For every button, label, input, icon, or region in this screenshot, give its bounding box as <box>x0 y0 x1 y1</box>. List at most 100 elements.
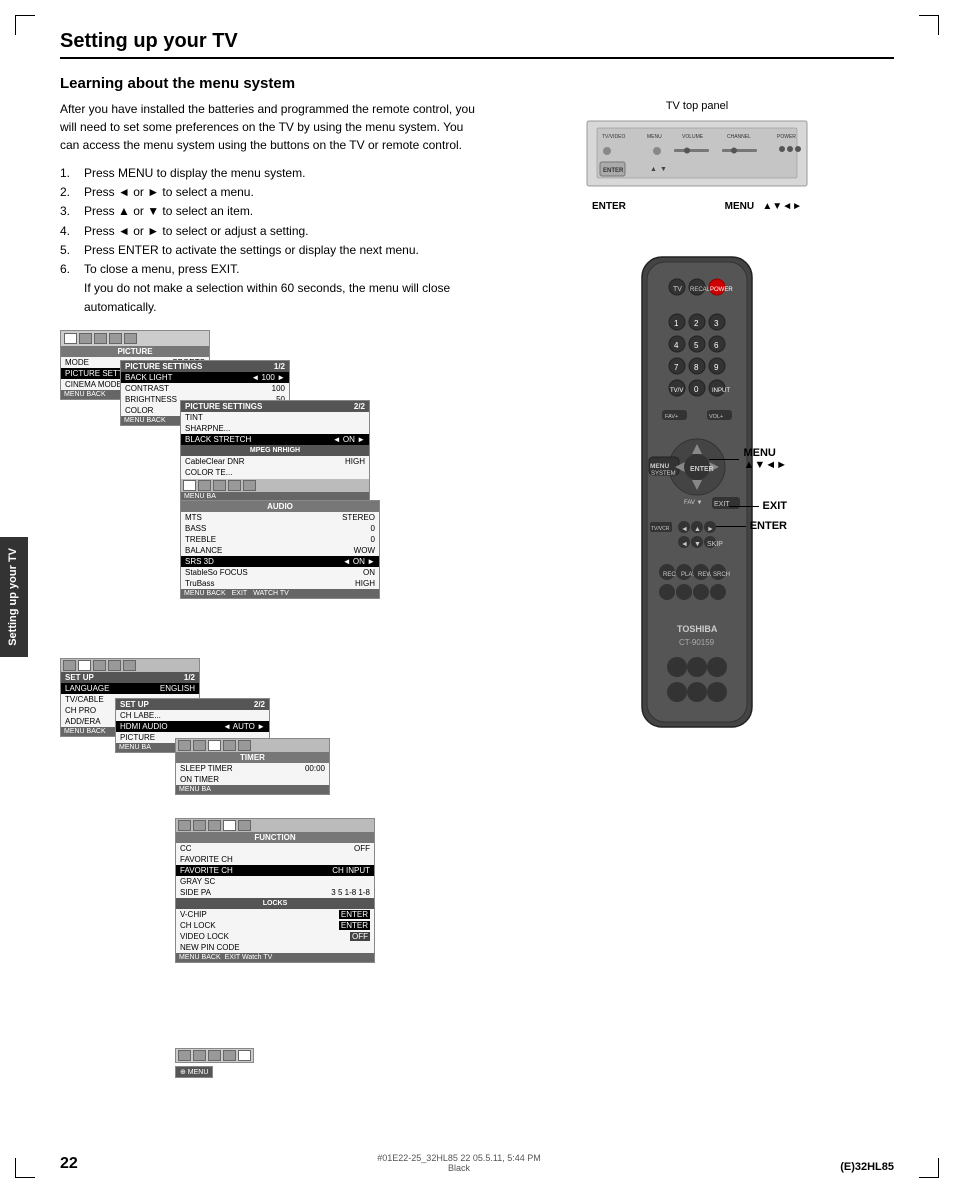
timer-title: TIMER <box>176 752 329 763</box>
function-menu-screen: FUNCTION CCOFF FAVORITE CH FAVORITE CHCH… <box>175 818 375 963</box>
ps1-contrast: CONTRAST100 <box>121 383 289 394</box>
panel-menu-label: MENU ▲▼◄► <box>725 201 802 212</box>
svg-text:MENU: MENU <box>650 463 669 470</box>
svg-text:8: 8 <box>694 363 699 372</box>
svg-text:2: 2 <box>694 319 699 328</box>
ps1-backlight: BACK LIGHT◄ 100 ► <box>121 372 289 383</box>
corner-mark-bl <box>15 1158 35 1178</box>
left-column: After you have installed the batteries a… <box>60 100 480 1098</box>
ps2-tint: TINT <box>181 412 369 423</box>
svg-text:7: 7 <box>674 363 679 372</box>
svg-text:VOL+: VOL+ <box>709 414 723 420</box>
svg-text:CT-90159: CT-90159 <box>679 638 715 647</box>
svg-text:▼: ▼ <box>694 541 701 548</box>
tab-picture <box>64 333 77 344</box>
menu-screenshots-group2: SET UP1/2 LANGUAGEENGLISH TV/CABLE CH PR… <box>60 658 480 1098</box>
side-tab: Setting up your TV <box>0 537 28 657</box>
svg-text:▲: ▲ <box>650 166 657 173</box>
svg-text:6: 6 <box>714 341 719 350</box>
svg-text:5: 5 <box>694 341 699 350</box>
timer-sleep: SLEEP TIMER00:00 <box>176 763 329 774</box>
ps2-sharpness: SHARPNE... <box>181 423 369 434</box>
svg-text:FAV ▼: FAV ▼ <box>684 500 703 506</box>
tab-antenna <box>124 333 137 344</box>
step-3: 3. Press ▲ or ▼ to select an item. <box>60 202 480 221</box>
func-newpin: NEW PIN CODE <box>176 942 374 953</box>
svg-text:REC: REC <box>663 572 676 578</box>
svg-text:SYSTEM: SYSTEM <box>651 471 676 477</box>
setup-language: LANGUAGEENGLISH <box>61 683 199 694</box>
audio-footer: MENU BACKEXITWATCH TV <box>181 589 379 598</box>
remote-svg: TV RECALL POWER 1 2 3 4 5 <box>612 252 782 732</box>
menu-screenshots-group1: PICTURE MODESPORTS PICTURE SETTINGSENTER… <box>60 330 480 650</box>
audio-bass: BASS0 <box>181 523 379 534</box>
panel-enter-label: ENTER <box>592 201 626 212</box>
menu-icon-label: ⊕ MENU <box>175 1066 213 1078</box>
svg-text:◄: ◄ <box>681 526 688 533</box>
svg-text:POWER: POWER <box>710 287 733 293</box>
timer-tabs <box>176 739 329 752</box>
remote-exit-label: EXIT <box>729 500 787 512</box>
setup2-hdmiaudio: HDMI AUDIO◄ AUTO ► <box>116 721 269 732</box>
page-number: 22 <box>60 1155 78 1173</box>
func-locks-sub: LOCKS <box>176 898 374 909</box>
setup2-title: SET UP2/2 <box>116 699 269 710</box>
corner-mark-tr <box>919 15 939 35</box>
page-title: Setting up your TV <box>60 30 894 59</box>
setup-title: SET UP1/2 <box>61 672 199 683</box>
svg-text:CHANNEL: CHANNEL <box>727 134 751 140</box>
audio-srs3d: SRS 3D◄ ON ► <box>181 556 379 567</box>
svg-text:3: 3 <box>714 319 719 328</box>
func-graysc: GRAY SC <box>176 876 374 887</box>
svg-text:0: 0 <box>694 385 699 394</box>
step-4: 4. Press ◄ or ► to select or adjust a se… <box>60 222 480 241</box>
corner-mark-tl <box>15 15 35 35</box>
svg-text:TV/VCR: TV/VCR <box>651 526 670 532</box>
timer-footer: MENU BA <box>176 785 329 794</box>
svg-text:ENTER: ENTER <box>603 168 624 174</box>
tab-list <box>94 333 107 344</box>
footer-model: (E)32HL85 <box>840 1161 894 1173</box>
svg-text:TOSHIBA: TOSHIBA <box>677 624 718 634</box>
tab-clock <box>109 333 122 344</box>
svg-text:▲: ▲ <box>694 526 701 533</box>
ps2-mpegnr: MPEG NRHIGH <box>181 445 369 456</box>
tv-panel-svg: TV/VIDEO MENU VOLUME CHANNEL POWER <box>582 116 812 196</box>
audio-title: AUDIO <box>181 501 379 512</box>
step-6: 6. To close a menu, press EXIT.If you do… <box>60 260 480 318</box>
tab-globe <box>79 333 92 344</box>
ps2-tabs <box>181 479 369 492</box>
setup2-chlabel: CH LABE... <box>116 710 269 721</box>
ps2-cableclear: CableClear DNRHIGH <box>181 456 369 467</box>
step-2: 2. Press ◄ or ► to select a menu. <box>60 183 480 202</box>
svg-text:4: 4 <box>674 341 679 350</box>
right-column: TV top panel TV/VIDEO MENU VOLUME CHANNE… <box>500 100 894 732</box>
func-autoa: FAVORITE CHCH INPUT <box>176 865 374 876</box>
audio-mts: MTSSTEREO <box>181 512 379 523</box>
svg-text:1: 1 <box>674 319 679 328</box>
ps2-blackstretch: BLACK STRETCH◄ ON ► <box>181 434 369 445</box>
func-chlock: CH LOCKENTER <box>176 920 374 931</box>
svg-text:SKIP: SKIP <box>707 541 723 548</box>
audio-menu-screen: AUDIO MTSSTEREO BASS0 TREBLE0 BALANCEWOW… <box>180 500 380 599</box>
svg-text:POWER: POWER <box>777 134 796 140</box>
func-videolock: VIDEO LOCKOFF <box>176 931 374 942</box>
svg-text:►: ► <box>707 526 714 533</box>
svg-text:TV/V: TV/V <box>670 388 683 394</box>
section-title: Learning about the menu system <box>60 75 894 92</box>
ps2-colortemp: COLOR TE... <box>181 467 369 478</box>
func-title: FUNCTION <box>176 832 374 843</box>
svg-text:TV/VIDEO: TV/VIDEO <box>602 134 625 140</box>
func-vchip: V-CHIPENTER <box>176 909 374 920</box>
tv-panel-diagram: TV/VIDEO MENU VOLUME CHANNEL POWER <box>582 116 812 212</box>
tv-panel-label: TV top panel <box>582 100 812 112</box>
svg-text:9: 9 <box>714 363 719 372</box>
timer-menu-screen: TIMER SLEEP TIMER00:00 ON TIMER MENU BA <box>175 738 330 795</box>
audio-focus: StableSo FOCUSON <box>181 567 379 578</box>
svg-text:VOLUME: VOLUME <box>682 134 704 140</box>
step-5: 5. Press ENTER to activate the settings … <box>60 241 480 260</box>
ps2-title: PICTURE SETTINGS2/2 <box>181 401 369 412</box>
func-tabs <box>176 819 374 832</box>
svg-text:INPUT: INPUT <box>712 388 730 394</box>
func-cc: CCOFF <box>176 843 374 854</box>
